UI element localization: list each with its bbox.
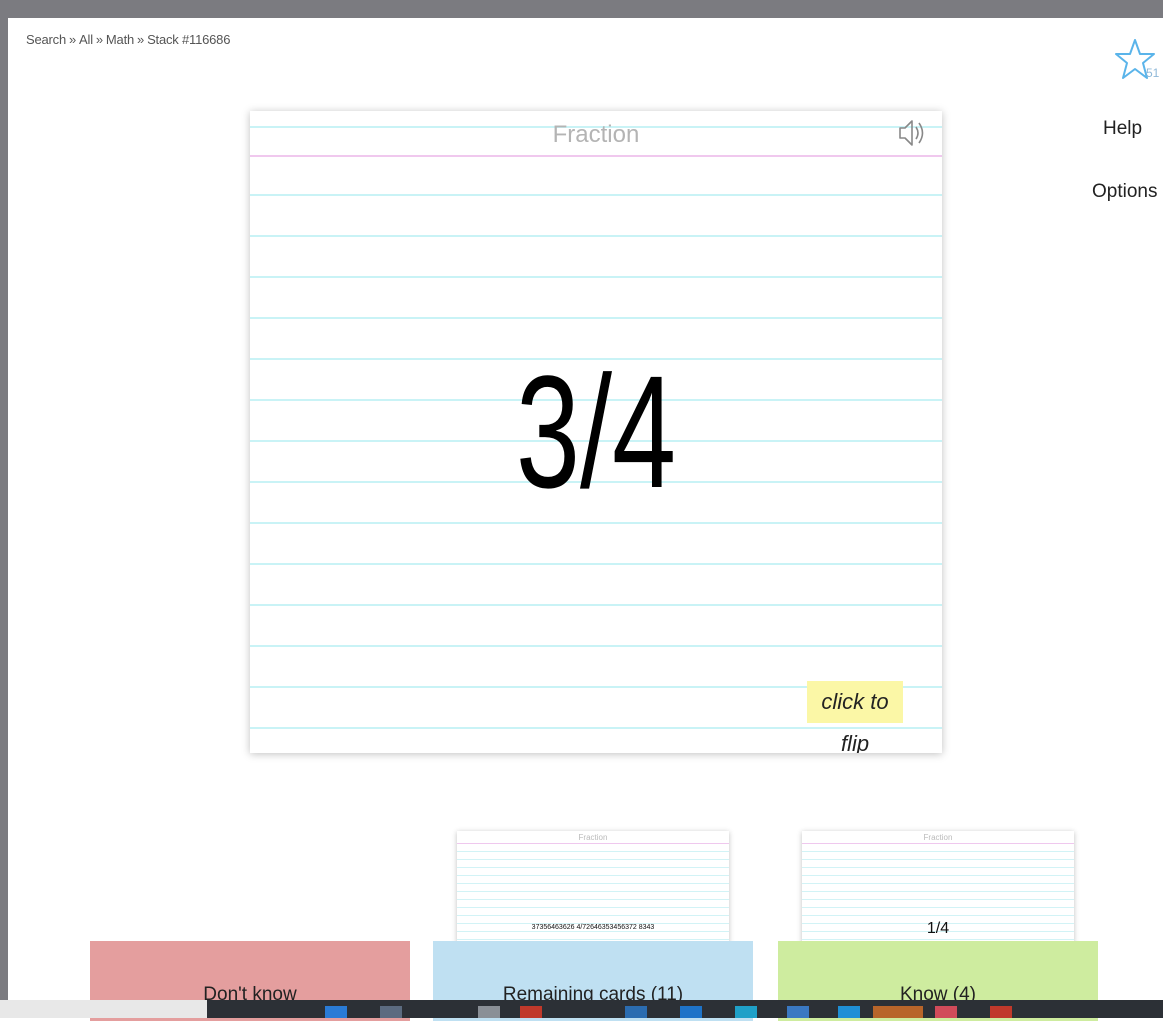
taskbar-app-icon[interactable] — [787, 1006, 809, 1018]
breadcrumb-all[interactable]: All — [79, 32, 93, 47]
mini-card-title: Fraction — [923, 833, 953, 842]
taskbar-app-icon[interactable] — [520, 1006, 542, 1018]
header-divider — [250, 155, 942, 157]
mini-card-content: 1/4 — [926, 920, 950, 937]
options-link[interactable]: Options — [1092, 181, 1157, 203]
speaker-icon[interactable] — [894, 115, 930, 151]
help-link[interactable]: Help — [1103, 118, 1142, 140]
taskbar-app-icon[interactable] — [680, 1006, 702, 1018]
breadcrumb-search[interactable]: Search — [26, 32, 66, 47]
taskbar-app-icon[interactable] — [735, 1006, 757, 1018]
taskbar-app-icon[interactable] — [990, 1006, 1012, 1018]
taskbar-app-icon[interactable] — [478, 1006, 500, 1018]
taskbar-app-icon[interactable] — [325, 1006, 347, 1018]
window-top-bar — [0, 0, 1163, 18]
header-divider — [457, 843, 729, 844]
mini-card-content: 37356463626 4/72646353456372 8343 — [531, 924, 655, 931]
flashcard[interactable]: Fraction 3/4 click to flip — [250, 111, 942, 753]
breadcrumb-separator: » — [69, 32, 77, 47]
known-stack-card[interactable]: Fraction 1/4 — [802, 831, 1074, 943]
card-title: Fraction — [552, 121, 640, 148]
taskbar-app-icon[interactable] — [380, 1006, 402, 1018]
taskbar-app-icon[interactable] — [838, 1006, 860, 1018]
taskbar-app-icon[interactable] — [935, 1006, 957, 1018]
card-content: 3/4 — [515, 342, 677, 521]
breadcrumb-separator: » — [137, 32, 145, 47]
remaining-stack-card[interactable]: Fraction 37356463626 4/72646353456372 83… — [457, 831, 729, 943]
favorite-count: 51 — [1146, 66, 1160, 80]
header-divider — [802, 843, 1074, 844]
taskbar-app-icon[interactable] — [873, 1006, 923, 1018]
taskbar-app-icon[interactable] — [625, 1006, 647, 1018]
breadcrumb-separator: » — [95, 32, 103, 47]
window-left-bar — [0, 0, 8, 1000]
breadcrumb-stack: Stack #116686 — [147, 32, 231, 47]
click-to-flip-button[interactable]: click to flip — [807, 681, 903, 753]
breadcrumb-math[interactable]: Math — [106, 32, 134, 47]
breadcrumb: Search» All» Math» Stack #116686 — [26, 32, 230, 47]
taskbar-left-area — [0, 1000, 207, 1018]
mini-card-title: Fraction — [578, 833, 608, 842]
